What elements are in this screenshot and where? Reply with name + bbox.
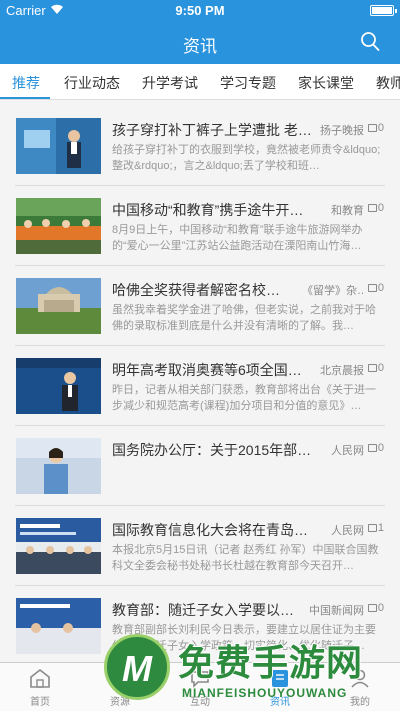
tab-exams[interactable]: 升学考试 bbox=[142, 73, 198, 93]
news-thumbnail bbox=[16, 358, 101, 414]
comment-count-value: 1 bbox=[377, 522, 384, 534]
news-source: 人民网 bbox=[331, 445, 364, 457]
tab-industry[interactable]: 行业动态 bbox=[64, 73, 120, 93]
comment-count-value: 0 bbox=[377, 282, 384, 294]
news-source: 和教育 bbox=[331, 205, 364, 217]
comment-icon bbox=[367, 124, 377, 132]
watermark-text: 免费手游网 bbox=[177, 641, 364, 684]
news-item[interactable]: 孩子穿打补丁裤子上学遭批 老… 扬子晚报 0 给孩子穿打补丁的衣服到学校，竟然被… bbox=[0, 108, 400, 186]
news-item[interactable]: 哈佛全奖获得者解密名校… 《留学》杂… 0 虽然我幸着奖学金进了哈佛，但老实说，… bbox=[0, 268, 400, 346]
news-thumbnail bbox=[16, 438, 101, 494]
divider bbox=[15, 585, 385, 586]
comment-count: 0 bbox=[367, 362, 384, 374]
news-title: 哈佛全奖获得者解密名校… bbox=[112, 282, 280, 298]
news-source: 中国新闻网 bbox=[309, 605, 364, 617]
news-thumbnail bbox=[16, 198, 101, 254]
comment-icon bbox=[367, 284, 377, 292]
news-summary: 昨日，记者从相关部门获悉，教育部将出台《关于进一步减少和规范高考(课程)加分项目… bbox=[112, 384, 376, 412]
comment-count: 0 bbox=[367, 202, 384, 214]
news-thumbnail bbox=[16, 278, 101, 334]
page-title: 资讯 bbox=[183, 37, 217, 56]
news-thumbnail bbox=[16, 118, 101, 174]
news-summary: 虽然我幸着奖学金进了哈佛，但老实说，之前我对于哈佛的录取标准到底是什么并没有清晰… bbox=[112, 304, 376, 332]
news-thumbnail bbox=[16, 518, 101, 574]
watermark-logo-letter: M bbox=[122, 648, 152, 689]
nav-bar: 资讯 bbox=[0, 20, 400, 64]
news-title: 国务院办公厅：关于2015年部… bbox=[112, 442, 312, 458]
tab-recommend[interactable]: 推荐 bbox=[12, 73, 40, 93]
comment-count-value: 0 bbox=[377, 442, 384, 454]
news-item[interactable]: 国际教育信息化大会将在青岛召开 人民网 1 本报北京5月15日讯（记者 赵秀红 … bbox=[0, 508, 400, 586]
news-source: 北京晨报 bbox=[320, 365, 364, 377]
news-title: 明年高考取消奥赛等6项全国… bbox=[112, 362, 302, 378]
tabbar-home-label: 首页 bbox=[30, 697, 50, 708]
search-icon[interactable] bbox=[360, 31, 380, 53]
news-source: 《留学》杂… bbox=[302, 285, 364, 297]
comment-icon bbox=[367, 604, 377, 612]
news-source: 扬子晚报 bbox=[320, 125, 364, 137]
comment-icon bbox=[367, 524, 377, 532]
news-item[interactable]: 明年高考取消奥赛等6项全国… 北京晨报 0 昨日，记者从相关部门获悉，教育部将出… bbox=[0, 348, 400, 426]
comment-icon bbox=[367, 364, 377, 372]
divider bbox=[15, 265, 385, 266]
tab-parents[interactable]: 家长课堂 bbox=[298, 73, 354, 93]
news-title: 教育部：随迁子女入学要以… bbox=[112, 602, 294, 618]
battery-icon bbox=[370, 5, 397, 16]
status-time: 9:50 PM bbox=[175, 3, 225, 18]
comment-icon bbox=[367, 204, 377, 212]
news-list: 孩子穿打补丁裤子上学遭批 老… 扬子晚报 0 给孩子穿打补丁的衣服到学校，竟然被… bbox=[0, 100, 400, 662]
comment-count-value: 0 bbox=[377, 122, 384, 134]
watermark-logo: M bbox=[104, 634, 170, 700]
comment-count: 0 bbox=[367, 442, 384, 454]
news-summary: 本报北京5月15日讯（记者 赵秀红 孙军）中国联合国教科文全委会秘书处秘书长杜越… bbox=[112, 544, 379, 572]
divider bbox=[15, 425, 385, 426]
status-bar: Carrier 9:50 PM bbox=[0, 0, 400, 20]
home-icon bbox=[30, 668, 50, 688]
comment-count-value: 0 bbox=[377, 362, 384, 374]
news-summary: 8月9日上午，中国移动“和教育”联手途牛旅游网举办的“爱心一公里”江苏站公益跑活… bbox=[112, 224, 363, 252]
comment-count-value: 0 bbox=[377, 202, 384, 214]
comment-count: 0 bbox=[367, 122, 384, 134]
comment-count: 0 bbox=[367, 282, 384, 294]
news-thumbnail bbox=[16, 598, 101, 654]
news-item[interactable]: 国务院办公厅：关于2015年部… 人民网 0 bbox=[0, 428, 400, 506]
news-source: 人民网 bbox=[331, 525, 364, 537]
tab-teachers[interactable]: 教师 bbox=[376, 73, 400, 93]
watermark-subtext: MIANFEISHOUYOUWANG bbox=[182, 686, 348, 700]
news-summary: 给孩子穿打补丁的衣服到学校，竟然被老师责令&ldquo;整改&rdquo;，言之… bbox=[112, 144, 381, 172]
news-item[interactable]: 中国移动“和教育”携手途牛开启… 和教育 0 8月9日上午，中国移动“和教育”联… bbox=[0, 188, 400, 266]
comment-count: 0 bbox=[367, 602, 384, 614]
news-title: 孩子穿打补丁裤子上学遭批 老… bbox=[112, 122, 312, 138]
divider bbox=[15, 185, 385, 186]
divider bbox=[15, 505, 385, 506]
comment-count-value: 0 bbox=[377, 602, 384, 614]
tabbar-home[interactable]: 首页 bbox=[0, 667, 80, 708]
news-title: 国际教育信息化大会将在青岛召开 bbox=[112, 522, 312, 538]
divider bbox=[15, 345, 385, 346]
watermark: M 免费手游网 MIANFEISHOUYOUWANG bbox=[100, 628, 400, 711]
comment-icon bbox=[367, 444, 377, 452]
news-title: 中国移动“和教育”携手途牛开启… bbox=[112, 202, 312, 218]
comment-count: 1 bbox=[367, 522, 384, 534]
tab-study[interactable]: 学习专题 bbox=[220, 73, 276, 93]
category-tabs: 推荐 行业动态 升学考试 学习专题 家长课堂 教师 bbox=[0, 64, 400, 100]
